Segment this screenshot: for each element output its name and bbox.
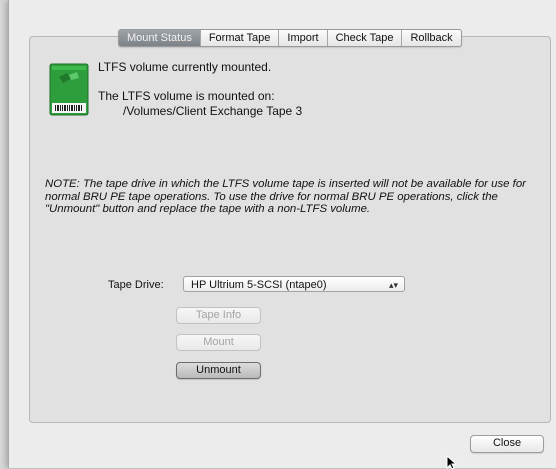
mouse-pointer-icon — [446, 455, 458, 469]
mount-path: /Volumes/Client Exchange Tape 3 — [123, 104, 303, 118]
tape-drive-label: Tape Drive: — [108, 279, 164, 291]
tab-bar: Mount Status Format Tape Import Check Ta… — [118, 29, 462, 47]
updown-arrows-icon: ▴▾ — [388, 280, 398, 290]
tape-drive-select[interactable]: HP Ultrium 5-SCSI (ntape0) ▴▾ — [183, 276, 405, 292]
tab-format-tape[interactable]: Format Tape — [199, 30, 279, 46]
tab-import[interactable]: Import — [278, 30, 326, 46]
tab-check-tape[interactable]: Check Tape — [326, 30, 402, 46]
tab-mount-status[interactable]: Mount Status — [119, 30, 200, 46]
mount-button[interactable]: Mount — [176, 334, 261, 351]
tape-cartridge-icon — [49, 63, 89, 116]
tape-drive-value: HP Ultrium 5-SCSI (ntape0) — [191, 279, 327, 291]
tab-rollback[interactable]: Rollback — [401, 30, 460, 46]
tape-info-button[interactable]: Tape Info — [176, 307, 261, 324]
unmount-button[interactable]: Unmount — [176, 362, 261, 379]
bru-tape-window: Mount Status Format Tape Import Check Ta… — [8, 0, 556, 469]
close-button[interactable]: Close — [470, 435, 544, 453]
mount-status-title: LTFS volume currently mounted. — [98, 60, 272, 74]
note-text: NOTE: The tape drive in which the LTFS v… — [45, 178, 526, 215]
mounted-on-label: The LTFS volume is mounted on: — [98, 89, 275, 103]
